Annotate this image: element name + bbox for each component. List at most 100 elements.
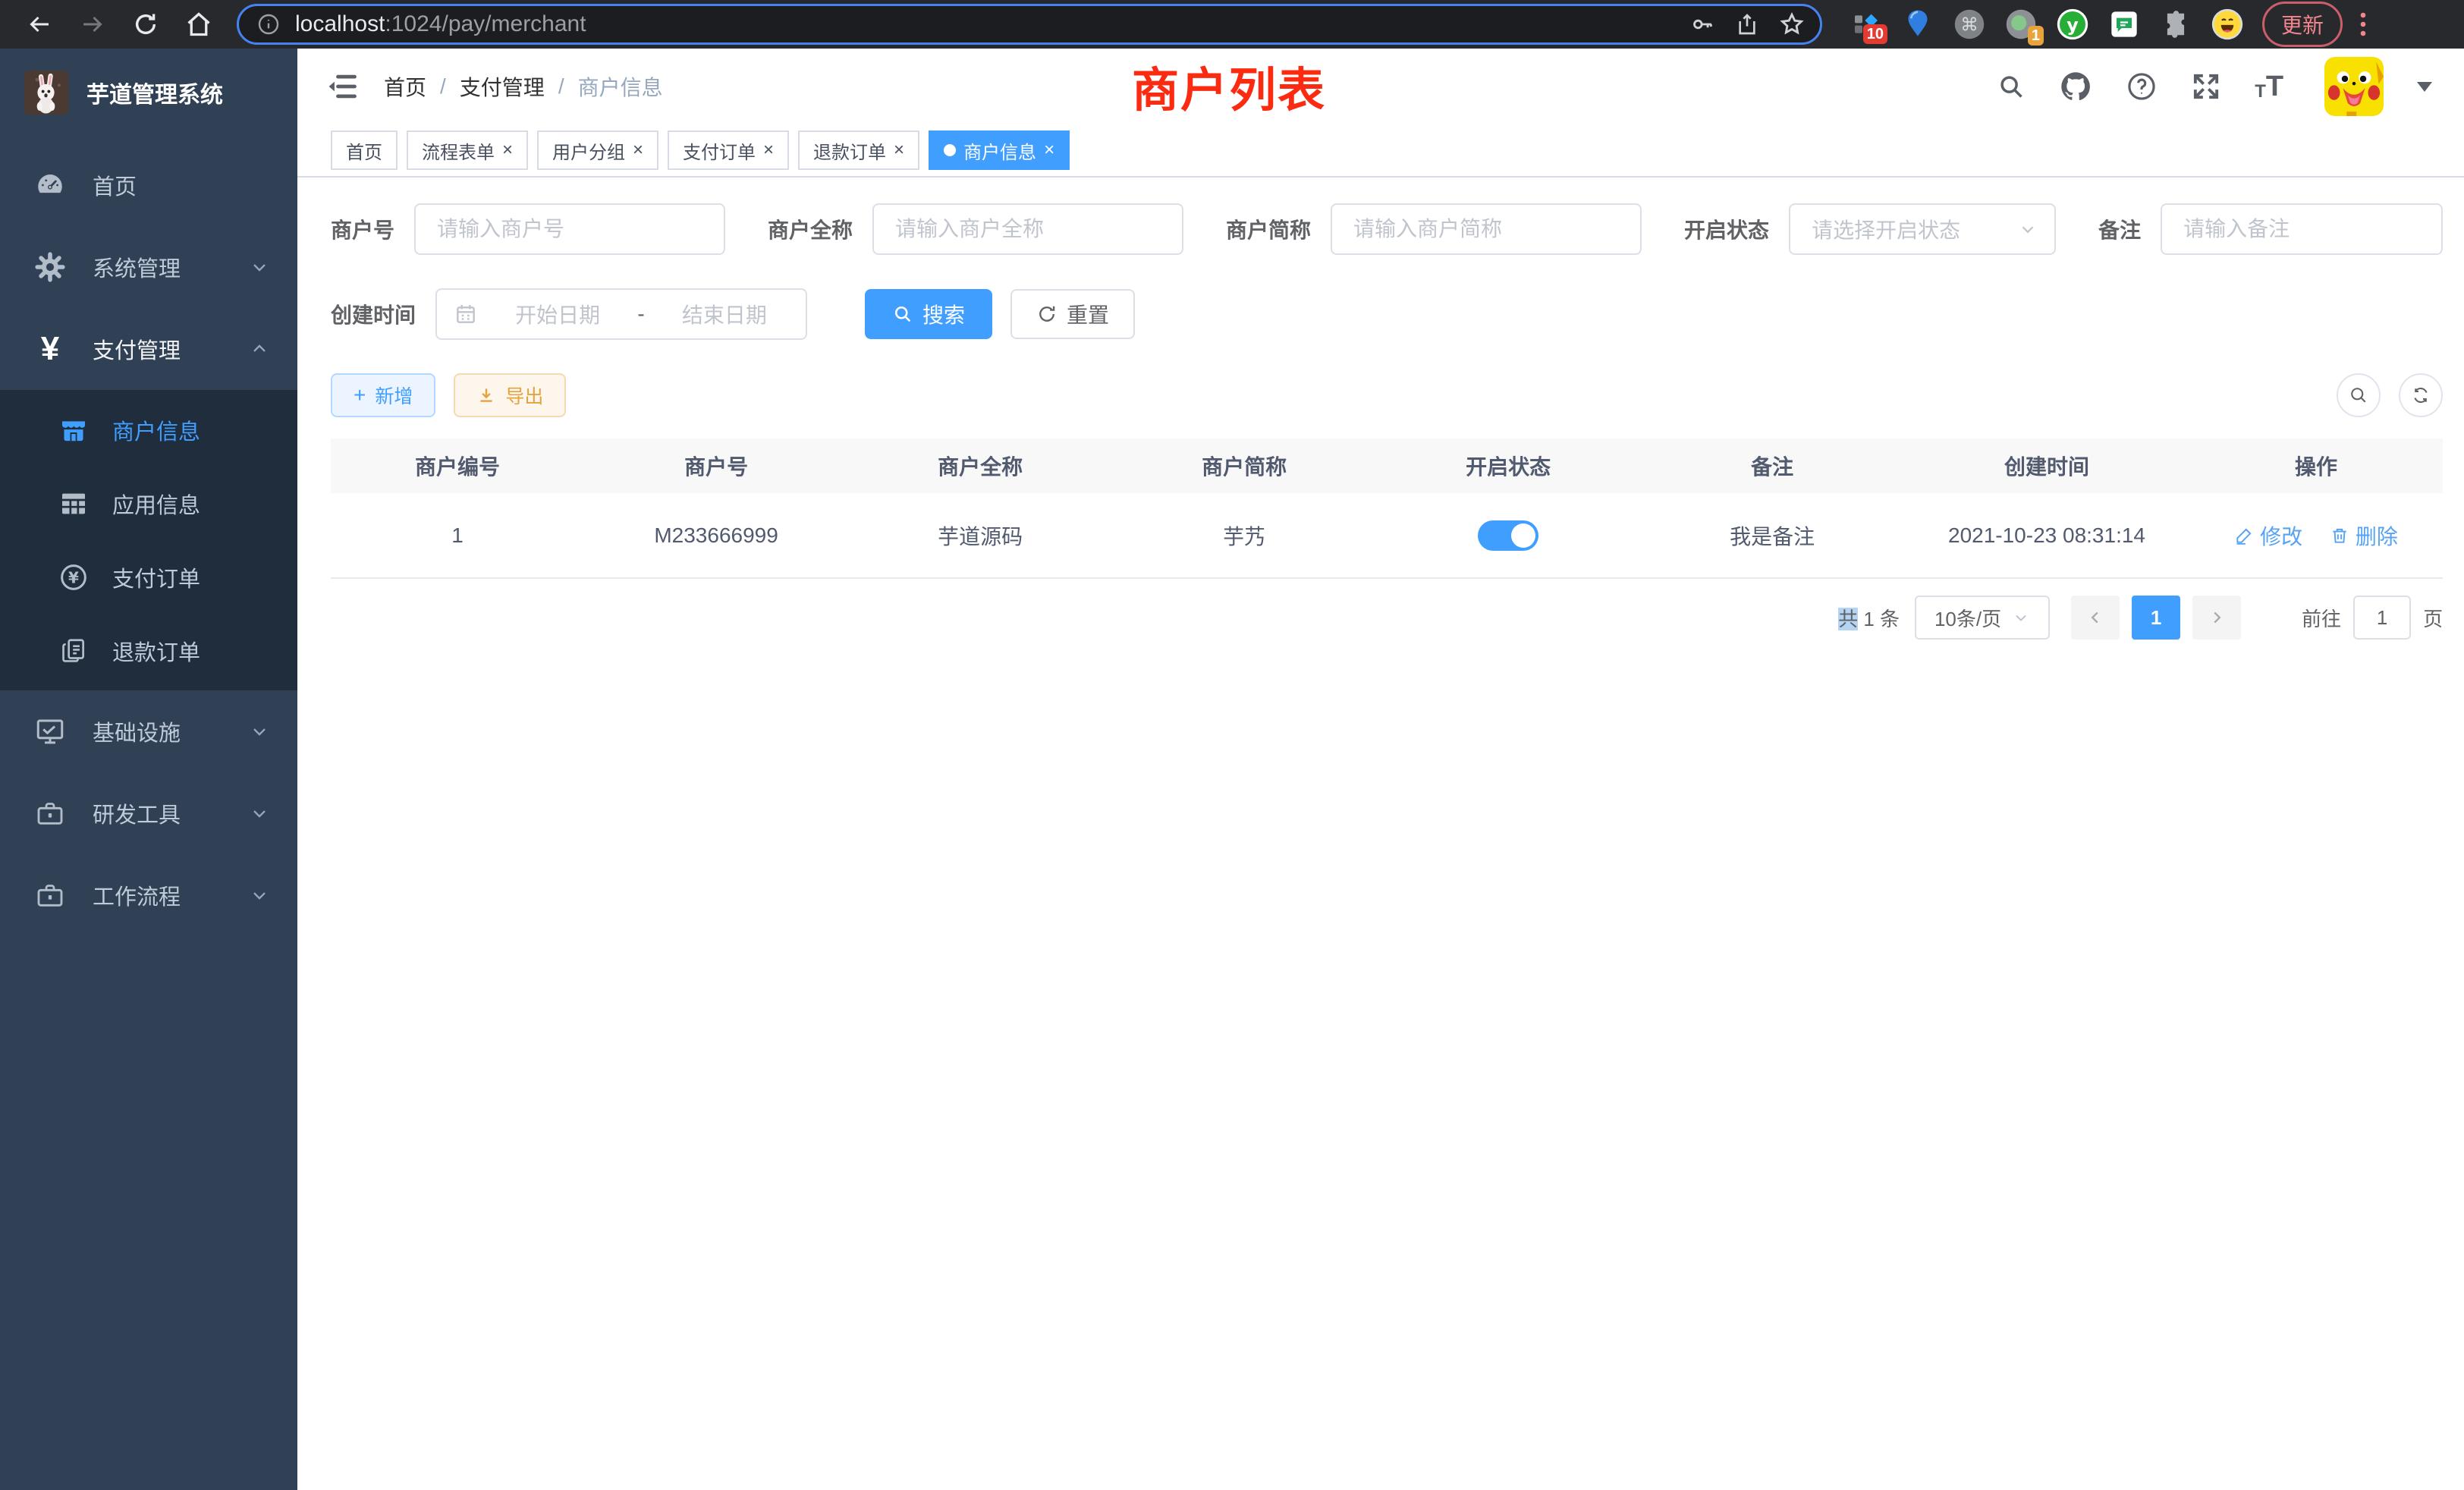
remark-input[interactable] — [2161, 203, 2443, 255]
tab-user-group[interactable]: 用户分组× — [537, 130, 658, 170]
show-search-toggle-button[interactable] — [2337, 373, 2381, 417]
full-name-input[interactable] — [872, 203, 1183, 255]
extension-y-icon[interactable]: y — [2056, 8, 2089, 41]
chevron-down-icon — [2018, 219, 2038, 239]
chevron-down-icon — [249, 256, 270, 278]
active-dot — [944, 144, 956, 156]
tab-refund-order[interactable]: 退款订单× — [798, 130, 919, 170]
chevron-right-icon — [2207, 608, 2227, 627]
extension-puzzle-icon[interactable] — [2159, 8, 2192, 41]
browser-reload-icon[interactable] — [124, 5, 167, 44]
close-icon[interactable]: × — [1044, 140, 1054, 161]
monitor-chart-icon — [32, 715, 68, 747]
site-info-icon[interactable] — [254, 10, 283, 39]
sidebar-item-merchant-info[interactable]: 商户信息 — [0, 393, 297, 467]
search-button[interactable]: 搜索 — [865, 289, 992, 339]
sidebar-item-infra[interactable]: 基础设施 — [0, 690, 297, 772]
address-bar[interactable]: localhost:1024/pay/merchant — [237, 4, 1822, 45]
red-annotation-title: 商户列表 — [1132, 52, 1326, 120]
chevron-down-icon — [2012, 608, 2030, 627]
sidebar-item-app-info[interactable]: 应用信息 — [0, 467, 297, 540]
close-icon[interactable]: × — [894, 140, 904, 161]
extension-command-icon[interactable]: ⌘ — [1953, 8, 1986, 41]
sidebar-item-label: 首页 — [93, 169, 137, 201]
refund-document-icon — [56, 637, 91, 665]
fullscreen-icon[interactable] — [2191, 71, 2221, 102]
cell-status — [1376, 493, 1640, 578]
edit-pencil-icon — [2234, 526, 2254, 545]
filter-full-name: 商户全称 — [768, 203, 1183, 255]
col-actions: 操作 — [2189, 439, 2443, 493]
chevron-up-icon — [249, 338, 270, 360]
goto-page-input[interactable] — [2353, 596, 2411, 640]
tab-merchant-info[interactable]: 商户信息× — [929, 130, 1070, 170]
extension-circle-icon[interactable]: 1 — [2004, 8, 2038, 41]
close-icon[interactable]: × — [763, 140, 774, 161]
yen-icon: ¥ — [32, 332, 68, 366]
extension-chat-icon[interactable] — [2107, 8, 2141, 41]
chevron-down-icon — [249, 721, 270, 742]
avatar-caret-icon[interactable] — [2417, 82, 2432, 92]
password-key-icon[interactable] — [1689, 11, 1715, 37]
goto-page: 前往 页 — [2302, 596, 2443, 640]
sidebar-item-pay[interactable]: ¥ 支付管理 — [0, 308, 297, 390]
prev-page-button[interactable] — [2071, 596, 2120, 640]
tab-home[interactable]: 首页 — [331, 130, 398, 170]
github-icon[interactable] — [2059, 70, 2092, 103]
help-icon[interactable] — [2126, 71, 2158, 102]
sidebar-item-workflow[interactable]: 工作流程 — [0, 854, 297, 936]
sidebar-item-devtools[interactable]: 研发工具 — [0, 772, 297, 854]
close-icon[interactable]: × — [633, 140, 643, 161]
search-icon[interactable] — [1997, 72, 2026, 101]
logo-rabbit-image — [24, 71, 68, 115]
add-button[interactable]: + 新增 — [331, 373, 435, 417]
browser-update-button[interactable]: 更新 — [2262, 2, 2343, 47]
next-page-button[interactable] — [2192, 596, 2241, 640]
user-avatar[interactable] — [2324, 57, 2384, 116]
browser-home-icon[interactable] — [178, 5, 220, 44]
sidebar-item-system[interactable]: 系统管理 — [0, 226, 297, 308]
sidebar-item-home[interactable]: 首页 — [0, 144, 297, 226]
sidebar-item-label: 研发工具 — [93, 797, 181, 829]
refresh-table-button[interactable] — [2399, 373, 2443, 417]
pay-submenu: 商户信息 应用信息 ¥ 支付订单 — [0, 390, 297, 690]
sidebar-collapse-icon[interactable] — [319, 63, 366, 110]
merchant-no-input[interactable] — [414, 203, 725, 255]
sidebar-item-pay-order[interactable]: ¥ 支付订单 — [0, 540, 297, 614]
date-range-input[interactable]: 开始日期 - 结束日期 — [435, 288, 807, 340]
page-number-1[interactable]: 1 — [2132, 596, 2180, 640]
export-button[interactable]: 导出 — [454, 373, 566, 417]
extension-emoji-icon[interactable] — [2211, 8, 2244, 41]
short-name-input[interactable] — [1331, 203, 1642, 255]
delete-link[interactable]: 删除 — [2330, 520, 2398, 551]
start-date-placeholder: 开始日期 — [493, 299, 622, 329]
edit-link[interactable]: 修改 — [2234, 520, 2302, 551]
browser-forward-icon[interactable] — [71, 5, 114, 44]
sidebar-item-refund-order[interactable]: 退款订单 — [0, 614, 297, 687]
sidebar-logo[interactable]: 芋道管理系统 — [0, 49, 297, 137]
filter-create-time: 创建时间 开始日期 - 结束日期 — [331, 288, 807, 340]
filter-row-2: 创建时间 开始日期 - 结束日期 搜索 重置 — [331, 288, 2443, 340]
extension-blocks-icon[interactable]: 10 — [1850, 8, 1883, 41]
reset-button[interactable]: 重置 — [1010, 289, 1135, 339]
merchant-table: 商户编号 商户号 商户全称 商户简称 开启状态 备注 创建时间 操作 1 M23… — [331, 439, 2443, 579]
page-size-select[interactable]: 10条/页 — [1915, 596, 2050, 640]
browser-menu-icon[interactable] — [2358, 11, 2368, 38]
browser-back-icon[interactable] — [18, 5, 61, 44]
tab-process-form[interactable]: 流程表单× — [407, 130, 528, 170]
font-size-icon[interactable]: TT — [2255, 72, 2283, 101]
share-icon[interactable] — [1735, 12, 1759, 36]
extension-balloon-icon[interactable] — [1901, 8, 1934, 41]
extensions-area: 10 ⌘ 1 y — [1850, 8, 2244, 41]
status-toggle[interactable] — [1478, 520, 1538, 551]
close-icon[interactable]: × — [502, 140, 513, 161]
tab-pay-order[interactable]: 支付订单× — [668, 130, 789, 170]
breadcrumb-home[interactable]: 首页 — [384, 71, 426, 102]
shop-icon — [56, 415, 91, 445]
calendar-icon — [454, 302, 478, 326]
status-select[interactable]: 请选择开启状态 — [1789, 203, 2056, 255]
refresh-icon — [2410, 385, 2431, 406]
table-toolbar: + 新增 导出 — [331, 373, 2443, 417]
col-full-name: 商户全称 — [848, 439, 1112, 493]
bookmark-star-icon[interactable] — [1779, 11, 1805, 37]
